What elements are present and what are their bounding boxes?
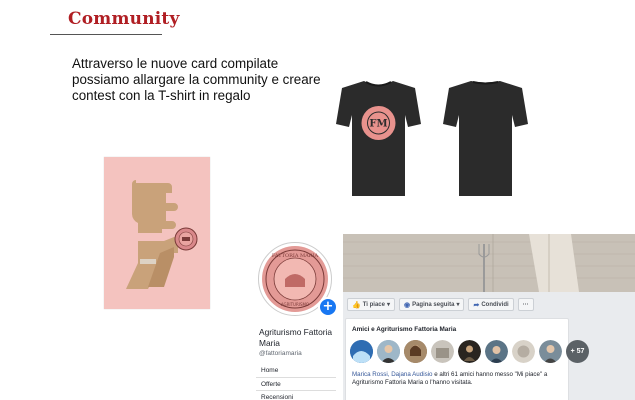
community-card-image (104, 157, 210, 309)
friends-like-text: Marica Rossi, Dajana Audisio e altri 61 … (352, 371, 564, 387)
thumbs-up-icon: 👍 (352, 301, 361, 309)
tshirt-front-image: FM (336, 78, 421, 200)
friend-avatar[interactable] (350, 340, 373, 363)
more-options-button[interactable]: ··· (517, 298, 534, 311)
page-name: Agriturismo Fattoria Maria (259, 327, 333, 348)
intro-line: Attraverso le nuove card compilate (72, 56, 279, 71)
friend-avatar[interactable] (377, 340, 400, 363)
slide-title: Community (68, 9, 180, 29)
chevron-down-icon: ▾ (456, 302, 460, 308)
logo-text-bottom: AGRITURISMO (281, 302, 309, 307)
badge-text: FM (369, 119, 387, 130)
like-button[interactable]: 👍 Ti piace ▾ (347, 298, 395, 311)
intro-text: Attraverso le nuove card compilate possi… (72, 56, 342, 104)
add-photo-icon[interactable]: + (318, 297, 338, 317)
nav-item-offers[interactable]: Offerte (256, 377, 336, 391)
facebook-sidebar: FATTORIA MARIA AGRITURISMO + Agriturismo… (240, 234, 343, 400)
page-handle: @fattoriamaria (259, 350, 302, 357)
friend-avatars: + 57 (350, 340, 589, 363)
chevron-down-icon: ▾ (386, 302, 390, 308)
friend-names-link[interactable]: Marica Rossi, Dajana Audisio (352, 371, 432, 378)
nav-item-home[interactable]: Home (256, 364, 336, 377)
cover-photo[interactable] (343, 234, 635, 292)
friends-like-box: Amici e Agriturismo Fattoria Maria + 57 … (345, 318, 589, 400)
friend-avatar[interactable] (485, 340, 508, 363)
friend-avatar[interactable] (431, 340, 454, 363)
friends-heading: Amici e Agriturismo Fattoria Maria (352, 326, 457, 333)
logo-text-top: FATTORIA MARIA (272, 253, 319, 259)
share-button[interactable]: ➦ Condividi (468, 298, 514, 311)
more-friends-count[interactable]: + 57 (566, 340, 589, 363)
title-underline (50, 34, 162, 35)
page-action-buttons: 👍 Ti piace ▾ ◉ Pagina seguita ▾ ➦ Condividi ·… (347, 298, 534, 311)
intro-line: possiamo allargare la community e creare (72, 72, 321, 87)
tshirt-back-image (443, 78, 528, 200)
card-illustration (104, 157, 210, 309)
share-icon: ➦ (473, 301, 480, 309)
intro-line: contest con la T-shirt in regalo (72, 88, 251, 103)
follow-button[interactable]: ◉ Pagina seguita ▾ (398, 298, 465, 311)
friend-avatar[interactable] (458, 340, 481, 363)
rss-icon: ◉ (403, 301, 411, 309)
friend-avatar[interactable] (404, 340, 427, 363)
friend-avatar[interactable] (539, 340, 562, 363)
nav-item-reviews[interactable]: Recensioni (256, 390, 336, 400)
facebook-page-screenshot: FATTORIA MARIA AGRITURISMO + Agriturismo… (240, 234, 635, 400)
friend-avatar[interactable] (512, 340, 535, 363)
